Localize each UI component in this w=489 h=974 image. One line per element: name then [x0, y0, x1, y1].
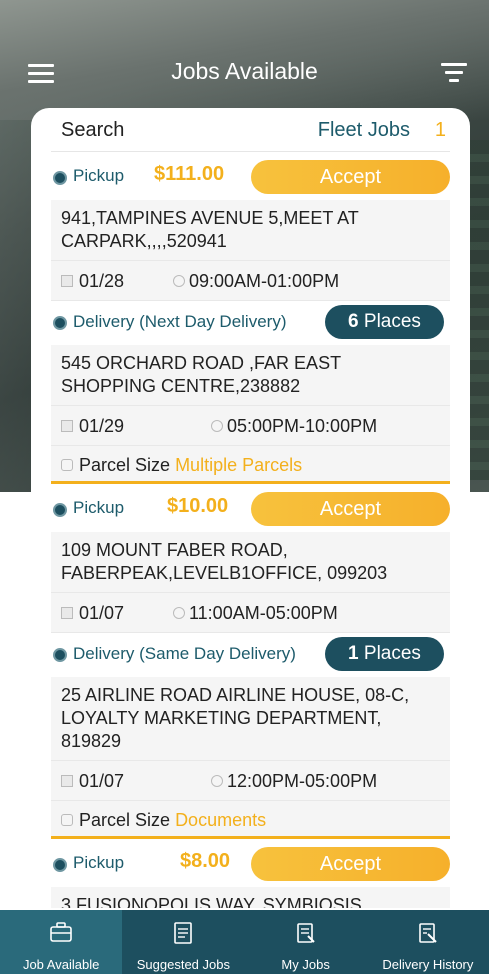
- job-price: $8.00: [180, 850, 231, 872]
- delivery-date: 01/29: [79, 416, 125, 436]
- delivery-date: 01/07: [79, 771, 125, 791]
- nav-label: My Jobs: [281, 957, 330, 972]
- pickup-date: 01/28: [79, 271, 125, 291]
- delivery-address: 25 AIRLINE ROAD AIRLINE HOUSE, 08-C, LOY…: [51, 677, 450, 761]
- calendar-icon: [61, 607, 73, 619]
- clipboard-icon: [296, 923, 315, 943]
- parcel-size-label: Parcel Size: [79, 810, 171, 830]
- accept-button[interactable]: Accept: [251, 160, 450, 194]
- pickup-icon: [53, 858, 67, 872]
- document-list-icon: [174, 922, 193, 944]
- places-label: Places: [363, 643, 421, 664]
- places-count: 6: [348, 311, 359, 332]
- pickup-icon: [53, 171, 67, 185]
- delivery-datetime-row: 01/07 12:00PM-05:00PM: [51, 761, 450, 801]
- page-title: Jobs Available: [171, 58, 318, 84]
- nav-suggested-jobs[interactable]: Suggested Jobs: [122, 910, 244, 974]
- pickup-label: Pickup: [73, 498, 125, 517]
- job-item: Pickup $111.00 Accept 941,TAMPINES AVENU…: [51, 152, 450, 484]
- calendar-icon: [61, 275, 73, 287]
- fleet-jobs-count: 1: [434, 119, 446, 141]
- accept-button[interactable]: Accept: [251, 492, 450, 526]
- parcel-size-value: Documents: [175, 810, 267, 830]
- parcel-size-row: Parcel Size Multiple Parcels: [51, 446, 450, 484]
- search-button[interactable]: Search: [61, 119, 124, 142]
- nav-label: Delivery History: [382, 957, 474, 972]
- pickup-row: Pickup $111.00 Accept: [51, 152, 450, 200]
- delivery-time: 12:00PM-05:00PM: [227, 771, 378, 791]
- delivery-row: Delivery (Next Day Delivery) 6 Places: [51, 301, 450, 345]
- pickup-label: Pickup: [73, 853, 125, 872]
- filter-icon[interactable]: [441, 63, 467, 85]
- nav-label: Job Available: [22, 957, 100, 972]
- clock-icon: [211, 420, 223, 432]
- parcel-icon: [61, 459, 73, 471]
- accept-button[interactable]: Accept: [251, 847, 450, 881]
- pickup-datetime-row: 01/28 09:00AM-01:00PM: [51, 261, 450, 301]
- pickup-address: 3 FUSIONOPOLIS WAY, SYMBIOSIS,: [51, 887, 450, 908]
- delivery-icon: [53, 648, 67, 662]
- pickup-time: 11:00AM-05:00PM: [189, 603, 338, 623]
- pickup-date: 01/07: [79, 603, 125, 623]
- pickup-time: 09:00AM-01:00PM: [189, 271, 340, 291]
- delivery-time: 05:00PM-10:00PM: [227, 416, 378, 436]
- delivery-label: Delivery (Same Day Delivery): [73, 644, 296, 663]
- search-row: Search Fleet Jobs 1: [51, 108, 450, 152]
- calendar-icon: [61, 420, 73, 432]
- job-price: $111.00: [154, 163, 225, 185]
- clock-icon: [173, 275, 185, 287]
- pickup-address: 109 MOUNT FABER ROAD, FABERPEAK,LEVELB1O…: [51, 532, 450, 593]
- nav-delivery-history[interactable]: Delivery History: [367, 910, 489, 974]
- nav-my-jobs[interactable]: My Jobs: [245, 910, 367, 974]
- fleet-jobs-link[interactable]: Fleet Jobs: [318, 119, 410, 142]
- delivery-icon: [53, 316, 67, 330]
- places-label: Places: [363, 311, 421, 332]
- job-item: Pickup $10.00 Accept 109 MOUNT FABER ROA…: [51, 484, 450, 839]
- job-price: $10.00: [167, 495, 229, 517]
- delivery-datetime-row: 01/29 05:00PM-10:00PM: [51, 406, 450, 446]
- pickup-row: Pickup $10.00 Accept: [51, 484, 450, 532]
- nav-job-available[interactable]: Job Available: [0, 910, 123, 974]
- delivery-label: Delivery (Next Day Delivery): [73, 312, 287, 331]
- pickup-address: 941,TAMPINES AVENUE 5,MEET AT CARPARK,,,…: [51, 200, 450, 261]
- pickup-icon: [53, 503, 67, 517]
- clock-icon: [173, 607, 185, 619]
- briefcase-icon: [50, 922, 72, 942]
- places-count: 1: [348, 643, 359, 664]
- places-button[interactable]: 6 Places: [325, 305, 444, 339]
- places-button[interactable]: 1 Places: [325, 637, 444, 671]
- parcel-size-label: Parcel Size: [79, 455, 171, 475]
- nav-label: Suggested Jobs: [136, 957, 230, 972]
- delivery-row: Delivery (Same Day Delivery) 1 Places: [51, 633, 450, 677]
- pickup-row: Pickup $8.00 Accept: [51, 839, 450, 887]
- parcel-size-row: Parcel Size Documents: [51, 801, 450, 839]
- bottom-navigation: Job Available Suggested Jobs My Jobs Del…: [0, 910, 489, 974]
- calendar-icon: [61, 775, 73, 787]
- pickup-datetime-row: 01/07 11:00AM-05:00PM: [51, 593, 450, 633]
- history-icon: [419, 923, 437, 943]
- parcel-size-value: Multiple Parcels: [175, 455, 303, 475]
- job-item: Pickup $8.00 Accept 3 FUSIONOPOLIS WAY, …: [51, 839, 450, 908]
- pickup-label: Pickup: [73, 166, 125, 185]
- delivery-address: 545 ORCHARD ROAD ,FAR EAST SHOPPING CENT…: [51, 345, 450, 406]
- parcel-icon: [61, 814, 73, 826]
- jobs-card: Search Fleet Jobs 1 Pickup $111.00 Accep…: [31, 108, 470, 908]
- top-app-bar: Jobs Available: [0, 48, 489, 98]
- clock-icon: [211, 775, 223, 787]
